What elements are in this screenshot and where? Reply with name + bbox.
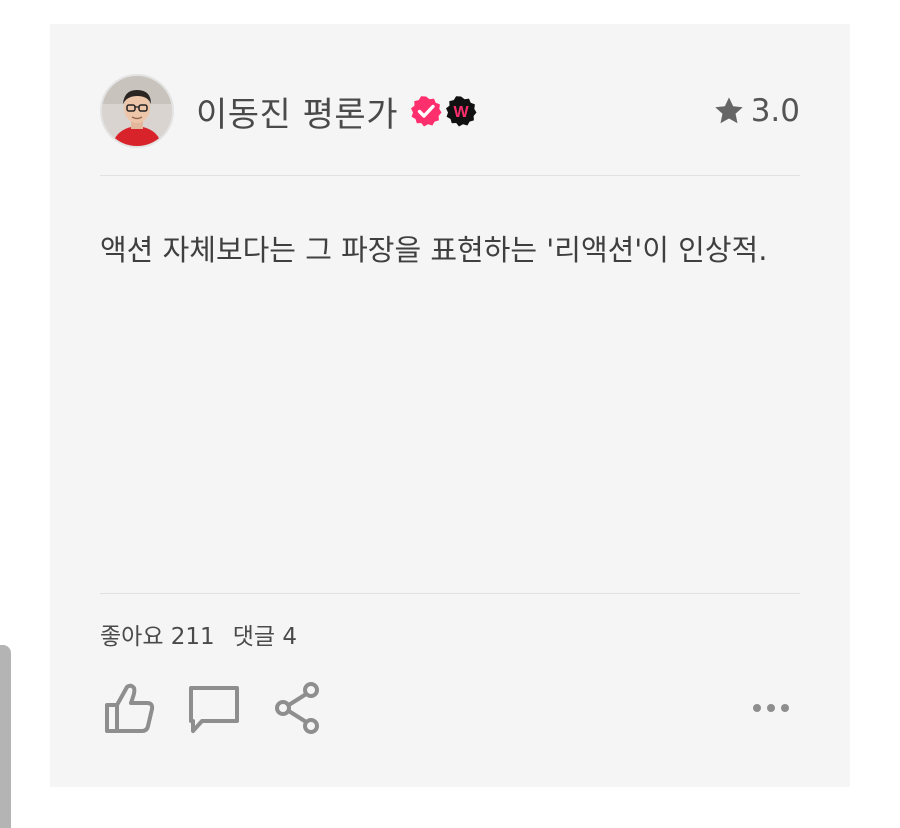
star-icon (714, 97, 743, 124)
like-count[interactable]: 좋아요 211 (100, 624, 215, 650)
review-card: 이동진 평론가 W 3.0 액션 자체보다는 그 파장을 표현하는 '리액션'이… (50, 24, 850, 787)
header-divider (100, 175, 800, 176)
verified-badge-icon (411, 96, 442, 127)
share-icon (275, 682, 319, 734)
author-name[interactable]: 이동진 평론가 (196, 87, 398, 136)
action-bar (100, 679, 800, 737)
rating: 3.0 (713, 93, 800, 129)
watcha-badge-letter: W (453, 104, 469, 121)
review-text[interactable]: 액션 자체보다는 그 파장을 표현하는 '리액션'이 인상적. (100, 228, 800, 273)
watcha-badge-icon: W (446, 96, 477, 127)
avatar[interactable] (100, 74, 174, 148)
more-horizontal-icon (753, 704, 789, 712)
comment-button[interactable] (186, 679, 242, 737)
more-button[interactable] (742, 679, 800, 737)
thumbs-up-icon (105, 683, 155, 733)
comment-count[interactable]: 댓글 4 (233, 624, 297, 650)
like-button[interactable] (100, 679, 160, 737)
review-stats: 좋아요 211 댓글 4 (100, 617, 297, 651)
avatar-photo (102, 76, 172, 146)
share-button[interactable] (272, 679, 324, 737)
footer-divider (100, 593, 800, 594)
review-header: 이동진 평론가 W 3.0 (100, 74, 800, 148)
author-badges: W (410, 95, 477, 127)
speech-bubble-icon (189, 686, 239, 733)
rating-value: 3.0 (750, 93, 800, 129)
side-scroll-handle[interactable] (0, 645, 11, 828)
